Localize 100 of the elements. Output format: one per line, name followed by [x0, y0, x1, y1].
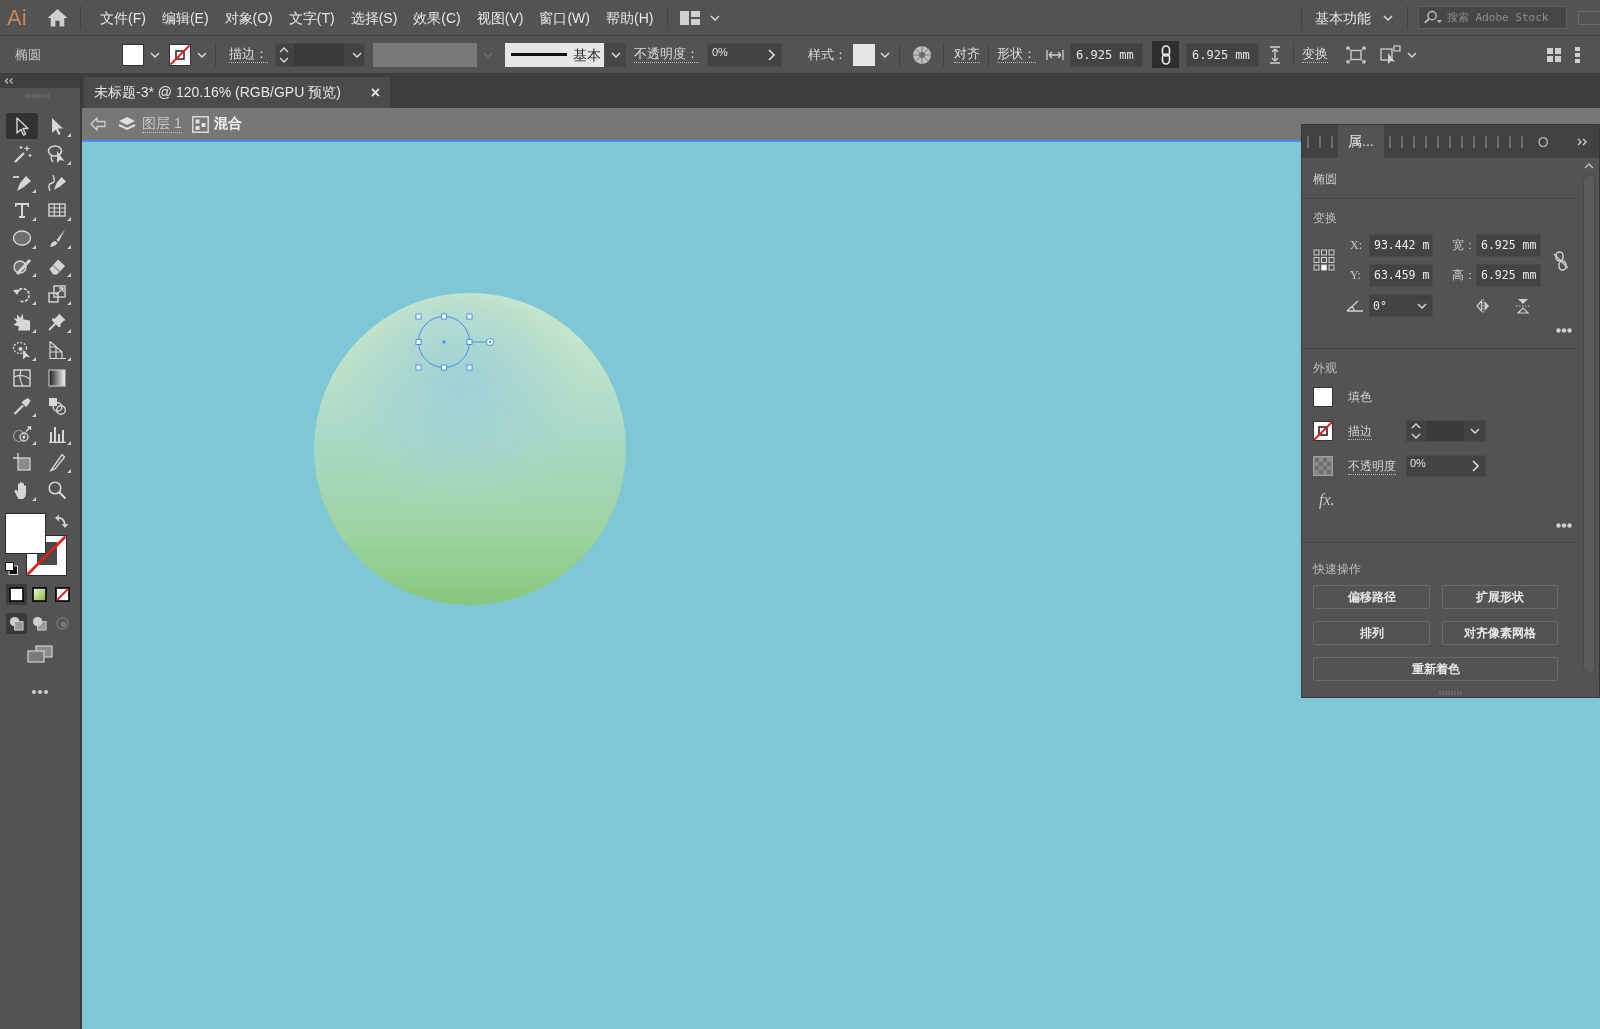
selection-handle[interactable] [415, 313, 422, 320]
caret-icon[interactable] [150, 51, 160, 58]
selection-tool[interactable] [6, 113, 38, 139]
menu-item[interactable]: 选择(S) [350, 7, 398, 28]
shape-link[interactable]: 形状： [997, 46, 1036, 63]
back-arrow-icon[interactable] [90, 117, 106, 131]
menu-item[interactable]: 对象(O) [224, 7, 273, 28]
stroke-none-swatch[interactable] [1313, 421, 1333, 441]
more-options-icon[interactable] [1556, 328, 1572, 333]
close-button[interactable]: × [370, 83, 380, 102]
pie-widget-handle[interactable] [472, 338, 494, 346]
y-position-field[interactable]: 63.459 m [1369, 264, 1433, 287]
align-link[interactable]: 对齐 [954, 46, 980, 63]
quick-action-button[interactable]: 对齐像素网格 [1442, 621, 1558, 645]
stroke-none-swatch[interactable] [169, 43, 191, 66]
opacity-link[interactable]: 不透明度： [634, 46, 699, 63]
constrain-button[interactable] [1152, 41, 1179, 68]
stroke-profile-dropdown[interactable]: 基本 [505, 42, 604, 67]
stepper-icon[interactable] [1411, 422, 1421, 440]
shape-width-field[interactable]: 6.925 mm [1070, 42, 1143, 67]
stroke-link[interactable]: 描边 [1348, 422, 1372, 440]
x-position-field[interactable]: 93.442 m [1369, 234, 1433, 257]
panel-tab[interactable]: 属... [1338, 125, 1384, 158]
menu-item[interactable]: 文字(T) [288, 7, 335, 28]
selection-handle[interactable] [441, 313, 447, 320]
document-tab[interactable]: 未标题-3* @ 120.16% (RGB/GPU 预览) × [84, 77, 390, 108]
home-icon[interactable] [47, 8, 68, 27]
color-mode-button[interactable] [6, 584, 27, 605]
menu-item[interactable]: 效果(C) [413, 7, 461, 28]
selection-handle[interactable] [466, 313, 473, 320]
stroke-weight-field[interactable] [275, 42, 365, 67]
expand-panels-icon[interactable] [1577, 137, 1588, 146]
selection-handle[interactable] [466, 339, 473, 345]
chevron-right-icon[interactable] [1472, 460, 1479, 472]
caret-icon[interactable] [197, 51, 207, 58]
constrain-link-icon[interactable] [1553, 251, 1569, 271]
stepper-icon[interactable] [279, 45, 289, 64]
flip-vertical-icon[interactable] [1516, 297, 1530, 314]
fill-swatch[interactable] [5, 513, 46, 554]
layout-icon[interactable] [680, 10, 701, 25]
selection-handle[interactable] [415, 364, 422, 371]
chevron-right-icon[interactable] [768, 48, 775, 61]
fill-swatch[interactable] [1313, 387, 1333, 407]
stroke-weight-field[interactable] [1406, 420, 1486, 442]
color-wheel-icon[interactable] [912, 44, 932, 65]
selection-handle[interactable] [441, 364, 447, 371]
graphic-style-swatch[interactable] [853, 43, 875, 66]
panel-tab[interactable]: O [1527, 125, 1559, 158]
caret-icon[interactable] [1383, 14, 1393, 21]
selection-handle[interactable] [415, 339, 422, 345]
stroke-link[interactable]: 描边： [229, 46, 268, 63]
transform-link[interactable]: 变换 [1302, 46, 1328, 63]
gradient-mode-button[interactable] [29, 584, 50, 605]
fill-swatch[interactable] [122, 43, 144, 66]
dropdown-button[interactable] [605, 42, 626, 67]
caret-icon[interactable] [352, 51, 362, 58]
swap-arrow-icon[interactable] [55, 514, 69, 528]
menu-item[interactable]: 帮助(H) [606, 7, 654, 28]
opacity-field[interactable]: 0% [707, 42, 782, 67]
screen-mode-icon[interactable] [27, 645, 53, 663]
caret-icon[interactable] [710, 14, 721, 21]
more-options-icon[interactable] [1556, 523, 1572, 528]
height-field[interactable]: 6.925 mm [1476, 264, 1541, 287]
width-field[interactable]: 6.925 mm [1476, 234, 1541, 257]
align-to-icon[interactable] [1380, 44, 1402, 65]
reference-point-icon[interactable] [1313, 249, 1335, 271]
default-colors-icon[interactable] [5, 562, 18, 575]
opacity-field[interactable]: 0% [1406, 455, 1486, 477]
effects-button[interactable]: fx. [1319, 491, 1335, 509]
eyedropper-icon [12, 396, 32, 416]
menu-item[interactable]: 窗口(W) [539, 7, 590, 28]
more-icon[interactable] [32, 690, 48, 694]
checkerboard-icon[interactable] [1313, 456, 1333, 476]
panel-grid-icon[interactable] [1547, 47, 1561, 62]
rotate-angle-field[interactable]: 0° [1369, 294, 1433, 317]
opacity-link[interactable]: 不透明度 [1348, 457, 1396, 475]
mesh-icon [12, 368, 32, 388]
caret-icon[interactable] [880, 51, 890, 58]
workspace-dropdown[interactable]: 基本功能 [1315, 7, 1371, 28]
caret-icon[interactable] [1417, 302, 1427, 309]
none-mode-button[interactable] [52, 584, 73, 605]
shape-height-field[interactable]: 6.925 mm [1186, 42, 1259, 67]
quick-action-button[interactable]: 偏移路径 [1313, 585, 1430, 609]
chevron-up-icon[interactable] [1584, 163, 1594, 169]
collapse-icon[interactable] [4, 78, 14, 84]
menu-item[interactable]: 编辑(E) [161, 7, 209, 28]
menu-item[interactable]: 文件(F) [100, 7, 146, 28]
caret-icon[interactable] [1470, 428, 1480, 434]
flip-horizontal-icon[interactable] [1476, 298, 1490, 313]
ellipse-icon [12, 228, 32, 248]
normal-draw-button[interactable] [6, 613, 27, 634]
caret-icon[interactable] [1407, 51, 1417, 58]
menu-item[interactable]: 视图(V) [476, 7, 524, 28]
transform-bounds-icon[interactable] [1346, 45, 1366, 64]
search-field[interactable]: 搜索 Adobe Stock [1418, 6, 1567, 29]
quick-action-button[interactable]: 排列 [1313, 621, 1430, 645]
vertical-dots-icon[interactable] [1575, 46, 1580, 63]
selection-handle[interactable] [466, 364, 473, 371]
quick-action-button[interactable]: 重新着色 [1313, 657, 1558, 681]
quick-action-button[interactable]: 扩展形状 [1442, 585, 1558, 609]
